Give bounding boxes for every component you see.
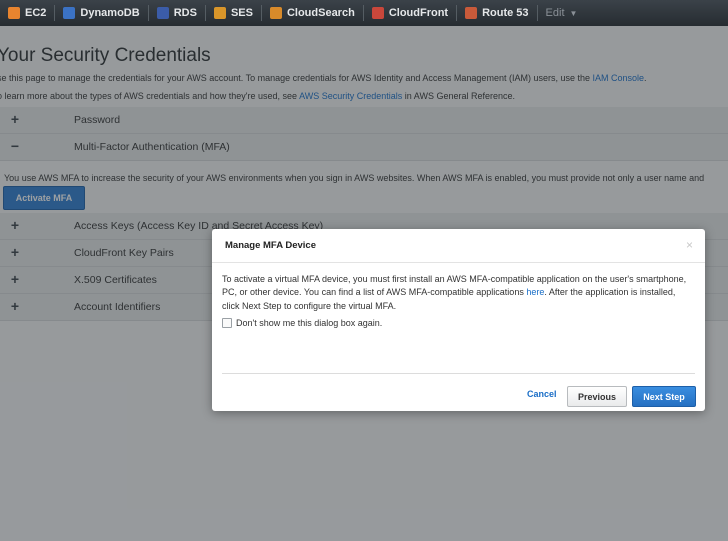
nav-item-route53[interactable]: Route 53 bbox=[457, 0, 536, 26]
nav-item-label: EC2 bbox=[25, 7, 47, 19]
nav-item-label: RDS bbox=[173, 7, 197, 19]
dialog-divider bbox=[222, 373, 695, 374]
dialog-title: Manage MFA Device bbox=[225, 240, 316, 251]
previous-button[interactable]: Previous bbox=[567, 386, 627, 407]
next-step-button[interactable]: Next Step bbox=[632, 386, 696, 407]
chevron-down-icon: ▼ bbox=[569, 8, 578, 18]
nav-edit-label: Edit bbox=[545, 7, 565, 19]
nav-item-cloudsearch[interactable]: CloudSearch bbox=[262, 0, 363, 26]
nav-item-rds[interactable]: RDS bbox=[149, 0, 205, 26]
nav-item-label: DynamoDB bbox=[80, 7, 140, 19]
route53-icon bbox=[465, 7, 478, 19]
cloudfront-icon bbox=[371, 7, 384, 19]
dont-show-again-row[interactable]: Don't show me this dialog box again. bbox=[222, 318, 382, 328]
dont-show-again-checkbox[interactable] bbox=[222, 318, 232, 328]
nav-item-label: CloudFront bbox=[388, 7, 449, 19]
dynamodb-icon bbox=[63, 7, 76, 19]
nav-edit-menu[interactable]: Edit ▼ bbox=[538, 0, 586, 26]
checkbox-label: Don't show me this dialog box again. bbox=[236, 318, 383, 328]
service-nav-bar: EC2 DynamoDB RDS SES CloudSearch CloudFr… bbox=[0, 0, 728, 26]
manage-mfa-dialog: Manage MFA Device × To activate a virtua… bbox=[212, 229, 705, 411]
dialog-header: Manage MFA Device × bbox=[212, 229, 705, 263]
cancel-button[interactable]: Cancel bbox=[527, 389, 557, 399]
ses-icon bbox=[213, 7, 226, 19]
nav-item-dynamodb[interactable]: DynamoDB bbox=[55, 0, 147, 26]
nav-item-cloudfront[interactable]: CloudFront bbox=[364, 0, 456, 26]
cloudsearch-icon bbox=[269, 7, 282, 19]
nav-item-label: Route 53 bbox=[482, 7, 529, 19]
nav-item-label: CloudSearch bbox=[286, 7, 355, 19]
nav-item-ec2[interactable]: EC2 bbox=[0, 0, 54, 26]
nav-item-ses[interactable]: SES bbox=[206, 0, 261, 26]
nav-item-label: SES bbox=[230, 7, 253, 19]
ec2-icon bbox=[8, 7, 20, 19]
dialog-body: To activate a virtual MFA device, you mu… bbox=[222, 273, 692, 313]
rds-icon bbox=[156, 7, 169, 19]
mfa-apps-here-link[interactable]: here bbox=[526, 287, 544, 297]
close-icon[interactable]: × bbox=[686, 238, 693, 252]
